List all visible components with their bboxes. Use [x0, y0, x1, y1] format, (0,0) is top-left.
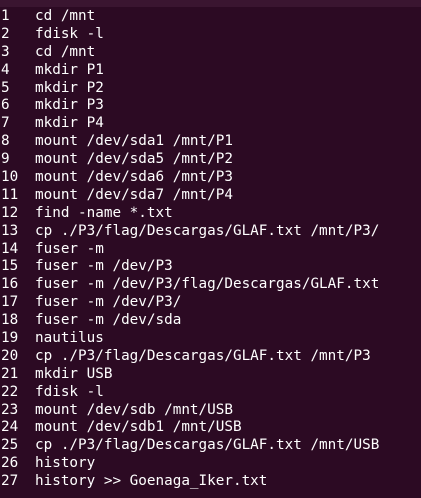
history-command: mount /dev/sda6 /mnt/P3: [35, 169, 233, 186]
history-line-number: 18: [1, 312, 19, 329]
history-line: 12 find -name *.txt: [0, 205, 379, 223]
history-command: cp ./P3/flag/Descargas/GLAF.txt /mnt/P3: [35, 347, 371, 364]
history-command: fuser -m /dev/P3/: [35, 294, 182, 311]
history-command: mkdir P2: [35, 79, 104, 96]
history-command: fuser -m /dev/P3: [35, 258, 173, 275]
history-line: 21 mkdir USB: [0, 366, 379, 384]
history-command: mount /dev/sdb1 /mnt/USB: [35, 419, 242, 436]
history-line-number: 24: [1, 419, 19, 436]
history-command: cp ./P3/flag/Descargas/GLAF.txt /mnt/P3/: [35, 222, 380, 239]
history-command: mount /dev/sda7 /mnt/P4: [35, 186, 233, 203]
history-line: 17 fuser -m /dev/P3/: [0, 294, 379, 312]
history-line-number: 1: [1, 8, 10, 24]
history-line: 7 mkdir P4: [0, 115, 379, 133]
history-line-number: 20: [1, 347, 19, 364]
history-command: mount /dev/sdb /mnt/USB: [35, 401, 233, 418]
terminal-window[interactable]: 1 cd /mnt 2 fdisk -l 3 cd /mnt 4 mkdir P1 5 mkdir…: [0, 0, 421, 498]
history-line: 10 mount /dev/sda6 /mnt/P3: [0, 169, 379, 187]
history-command: cp ./P3/flag/Descargas/GLAF.txt /mnt/USB: [35, 437, 380, 454]
history-line: 16 fuser -m /dev/P3/flag/Descargas/GLAF.t…: [0, 276, 379, 294]
history-line-number: 7: [1, 115, 10, 132]
history-command: mount /dev/sda5 /mnt/P2: [35, 151, 233, 168]
history-line-number: 27: [1, 473, 19, 490]
history-line-number: 4: [1, 61, 10, 78]
history-line: 4 mkdir P1: [0, 62, 379, 80]
history-line: 27 history >> Goenaga_Iker.txt: [0, 473, 379, 491]
history-line: 19 nautilus: [0, 330, 379, 348]
history-command: history >> Goenaga_Iker.txt: [35, 473, 268, 490]
history-line-number: 6: [1, 97, 10, 114]
history-line: 24 mount /dev/sdb1 /mnt/USB: [0, 419, 379, 437]
history-command: nautilus: [35, 330, 104, 347]
history-line: 20 cp ./P3/flag/Descargas/GLAF.txt /mnt/P…: [0, 348, 379, 366]
history-line: 9 mount /dev/sda5 /mnt/P2: [0, 151, 379, 169]
history-command: fuser -m: [35, 240, 104, 257]
history-output: 1 cd /mnt 2 fdisk -l 3 cd /mnt 4 mkdir P1 5 mkdir…: [0, 8, 379, 491]
history-line: 8 mount /dev/sda1 /mnt/P1: [0, 133, 379, 151]
history-command: mkdir USB: [35, 365, 113, 382]
history-line-number: 15: [1, 258, 19, 275]
history-command: mkdir P4: [35, 115, 104, 132]
history-line-number: 12: [1, 204, 19, 221]
history-line-number: 17: [1, 294, 19, 311]
history-line-number: 10: [1, 169, 19, 186]
history-line-number: 22: [1, 383, 19, 400]
history-line: 22 fdisk -l: [0, 384, 379, 402]
history-line-number: 26: [1, 455, 19, 472]
history-line: 6 mkdir P3: [0, 97, 379, 115]
history-line: 5 mkdir P2: [0, 80, 379, 98]
history-line: 25 cp ./P3/flag/Descargas/GLAF.txt /mnt/U…: [0, 437, 379, 455]
history-line-number: 16: [1, 276, 19, 293]
history-line-number: 2: [1, 25, 10, 42]
history-line-number: 8: [1, 133, 10, 150]
history-line: 23 mount /dev/sdb /mnt/USB: [0, 402, 379, 420]
history-line: 2 fdisk -l: [0, 26, 379, 44]
history-line-number: 21: [1, 365, 19, 382]
terminal-top-edge: [0, 0, 421, 7]
history-line-number: 25: [1, 437, 19, 454]
history-line-number: 9: [1, 151, 10, 168]
history-command: fuser -m /dev/sda: [35, 312, 182, 329]
history-line: 26 history: [0, 455, 379, 473]
history-line-number: 13: [1, 222, 19, 239]
history-line: 1 cd /mnt: [0, 8, 379, 26]
history-line: 14 fuser -m: [0, 241, 379, 259]
history-command: mkdir P3: [35, 97, 104, 114]
history-command: fdisk -l: [35, 383, 104, 400]
history-line: 11 mount /dev/sda7 /mnt/P4: [0, 187, 379, 205]
history-command: cd /mnt: [35, 8, 96, 24]
history-line-number: 23: [1, 401, 19, 418]
history-command: mount /dev/sda1 /mnt/P1: [35, 133, 233, 150]
history-command: fuser -m /dev/P3/flag/Descargas/GLAF.txt: [35, 276, 380, 293]
history-command: cd /mnt: [35, 43, 96, 60]
history-line-number: 11: [1, 186, 19, 203]
history-line: 15 fuser -m /dev/P3: [0, 258, 379, 276]
history-line: 3 cd /mnt: [0, 44, 379, 62]
history-line: 18 fuser -m /dev/sda: [0, 312, 379, 330]
history-command: mkdir P1: [35, 61, 104, 78]
history-line-number: 3: [1, 43, 10, 60]
history-line: 13 cp ./P3/flag/Descargas/GLAF.txt /mnt/P…: [0, 223, 379, 241]
history-line-number: 5: [1, 79, 10, 96]
history-command: history: [35, 455, 96, 472]
history-command: fdisk -l: [35, 25, 104, 42]
history-line-number: 19: [1, 330, 19, 347]
history-command: find -name *.txt: [35, 204, 173, 221]
history-line-number: 14: [1, 240, 19, 257]
